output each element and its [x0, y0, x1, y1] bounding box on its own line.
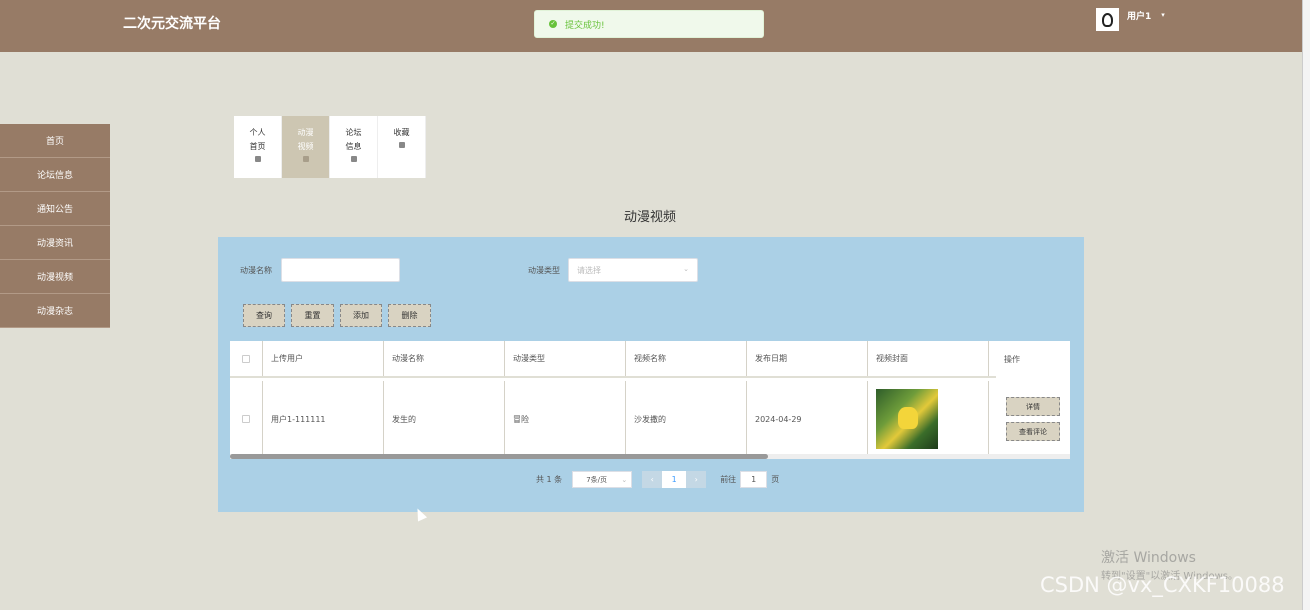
sidebar-item-anime-video[interactable]: 动漫视频: [0, 260, 110, 294]
pagination: 共 1 条 7条/页 ⌄ ‹ 1 › 前往 1 页: [536, 471, 779, 488]
user-menu[interactable]: 用户1 ▾: [1096, 8, 1165, 31]
user-avatar-icon: [1102, 12, 1113, 27]
sidebar-item-anime-news[interactable]: 动漫资讯: [0, 226, 110, 260]
row-select-cell: [230, 381, 263, 457]
content-panel: 动漫名称 动漫类型 请选择 ⌄ 查询 重置 添加 删除 上传用户 动漫名称 动漫…: [218, 237, 1084, 512]
prev-page-icon[interactable]: ‹: [642, 471, 663, 488]
forum-icon: [350, 156, 357, 162]
windows-activation-title: 激活 Windows: [1101, 550, 1196, 566]
video-name-cell: 沙发撒的: [626, 381, 747, 457]
site-title: 二次元交流平台: [123, 16, 221, 32]
horizontal-scrollbar[interactable]: [230, 454, 1070, 459]
home-icon: [254, 156, 261, 162]
column-header: 视频封面: [868, 341, 989, 376]
total-count: 共 1 条: [536, 475, 563, 484]
tab-personal-home[interactable]: 个人首页: [234, 116, 282, 178]
sidebar-item-forum[interactable]: 论坛信息: [0, 158, 110, 192]
window-edge: [1302, 0, 1310, 610]
anime-type-label: 动漫类型: [528, 266, 560, 275]
next-page-icon[interactable]: ›: [686, 471, 707, 488]
page-size-value: 7条/页: [586, 475, 607, 484]
tab-favorites[interactable]: 收藏: [378, 116, 426, 178]
chevron-down-icon[interactable]: ▾: [1161, 11, 1165, 19]
add-button[interactable]: 添加: [340, 304, 382, 327]
select-all-checkbox[interactable]: [242, 354, 250, 363]
page-size-select[interactable]: 7条/页 ⌄: [572, 471, 633, 488]
anime-name-input[interactable]: [281, 258, 400, 282]
reset-button[interactable]: 重置: [291, 304, 334, 327]
tab-forum[interactable]: 论坛信息: [330, 116, 378, 178]
page-buttons: ‹ 1 ›: [642, 471, 707, 488]
cover-character: [898, 407, 918, 429]
page-suffix: 页: [771, 475, 780, 484]
avatar[interactable]: [1096, 8, 1119, 31]
tab-label: 收藏: [393, 128, 410, 137]
sidebar: 首页 论坛信息 通知公告 动漫资讯 动漫视频 动漫杂志: [0, 124, 110, 328]
anime-name-label: 动漫名称: [240, 266, 272, 275]
column-header: 动漫类型: [505, 341, 626, 376]
column-header: 上传用户: [263, 341, 384, 376]
scrollbar-thumb[interactable]: [230, 454, 768, 459]
anime-name-cell: 发生的: [384, 381, 505, 457]
uploader-cell: 用户1-111111: [263, 381, 384, 457]
video-icon: [302, 156, 309, 162]
column-header: 视频名称: [626, 341, 747, 376]
sidebar-item-home[interactable]: 首页: [0, 124, 110, 158]
tab-label: 论坛信息: [345, 128, 362, 151]
tab-label: 个人首页: [249, 128, 266, 151]
data-table: 上传用户 动漫名称 动漫类型 视频名称 发布日期 视频封面 操作 用户1-111…: [230, 341, 1070, 459]
star-icon: [398, 142, 405, 148]
row-checkbox[interactable]: [242, 415, 250, 423]
csdn-watermark: CSDN @vx_CXKF10088: [1040, 573, 1285, 597]
tab-anime-video[interactable]: 动漫视频: [282, 116, 330, 178]
tab-label: 动漫视频: [297, 128, 314, 151]
column-header-actions: 操作: [996, 341, 1070, 378]
page-number[interactable]: 1: [662, 471, 687, 488]
video-cover-image: [876, 389, 938, 449]
check-circle-icon: ✓: [549, 20, 557, 28]
table-row: 用户1-111111 发生的 冒险 沙发撒的 2024-04-29: [230, 381, 997, 457]
goto-label: 前往: [720, 475, 737, 484]
query-button[interactable]: 查询: [243, 304, 285, 327]
column-header: 发布日期: [747, 341, 868, 376]
actions-cell: 详情 查看评论: [996, 381, 1070, 457]
table-header: 上传用户 动漫名称 动漫类型 视频名称 发布日期 视频封面: [230, 341, 997, 378]
select-placeholder: 请选择: [577, 265, 601, 275]
success-toast: ✓ 提交成功!: [534, 10, 764, 38]
profile-tabs: 个人首页 动漫视频 论坛信息 收藏: [234, 116, 426, 178]
delete-button[interactable]: 删除: [388, 304, 431, 327]
detail-button[interactable]: 详情: [1006, 397, 1060, 416]
page-title: 动漫视频: [623, 210, 676, 225]
cover-cell: [868, 381, 989, 457]
publish-date-cell: 2024-04-29: [747, 381, 868, 457]
select-all-cell: [230, 341, 263, 376]
top-bar: 二次元交流平台 ✓ 提交成功! 用户1 ▾: [0, 0, 1310, 52]
goto-page-input[interactable]: 1: [740, 471, 768, 488]
user-name[interactable]: 用户1: [1127, 9, 1151, 22]
sidebar-item-anime-magazine[interactable]: 动漫杂志: [0, 294, 110, 328]
chevron-down-icon: ⌄: [683, 265, 689, 273]
anime-type-select[interactable]: 请选择 ⌄: [568, 258, 698, 282]
column-header: 动漫名称: [384, 341, 505, 376]
toast-message: 提交成功!: [565, 20, 605, 31]
chevron-down-icon: ⌄: [621, 476, 628, 484]
view-comments-button[interactable]: 查看评论: [1006, 422, 1060, 441]
anime-type-cell: 冒险: [505, 381, 626, 457]
